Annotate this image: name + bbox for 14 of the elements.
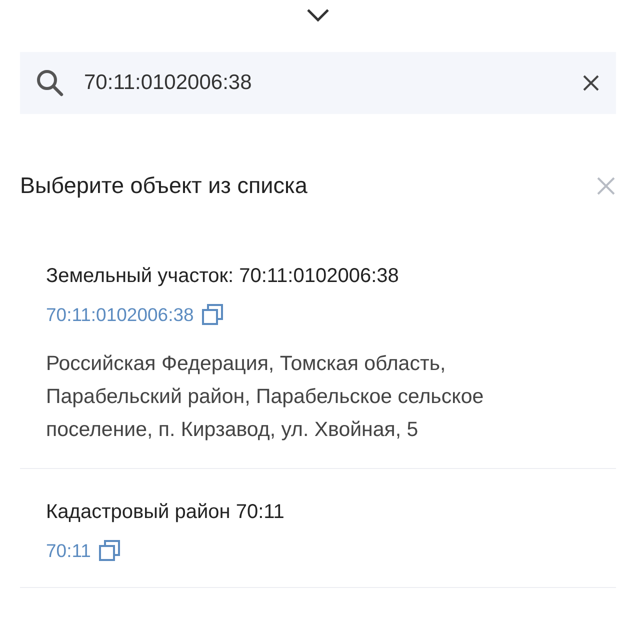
copy-icon[interactable] xyxy=(98,540,120,562)
search-input[interactable]: 70:11:0102006:38 xyxy=(84,67,582,99)
address-text: Российская Федерация, Томская область, Парабельский район, Парабельское сельское поселение, п. Кирзавод, ул. Хвойная, 5 xyxy=(46,350,485,443)
list-heading: Выберите объект из списка xyxy=(20,172,308,199)
chevron-down-icon[interactable] xyxy=(306,8,330,22)
close-icon[interactable] xyxy=(596,176,616,196)
clear-icon[interactable] xyxy=(582,74,600,92)
cadastral-number-link[interactable]: 70:11 xyxy=(46,536,91,564)
search-icon xyxy=(36,69,64,97)
result-title[interactable]: Земельный участок: 70:11:0102006:38 xyxy=(46,261,590,291)
search-field[interactable]: 70:11:0102006:38 xyxy=(20,52,616,114)
cadastral-number-link[interactable]: 70:11:0102006:38 xyxy=(46,301,194,329)
result-title[interactable]: Кадастровый район 70:11 xyxy=(46,496,590,527)
copy-icon[interactable] xyxy=(202,304,223,326)
